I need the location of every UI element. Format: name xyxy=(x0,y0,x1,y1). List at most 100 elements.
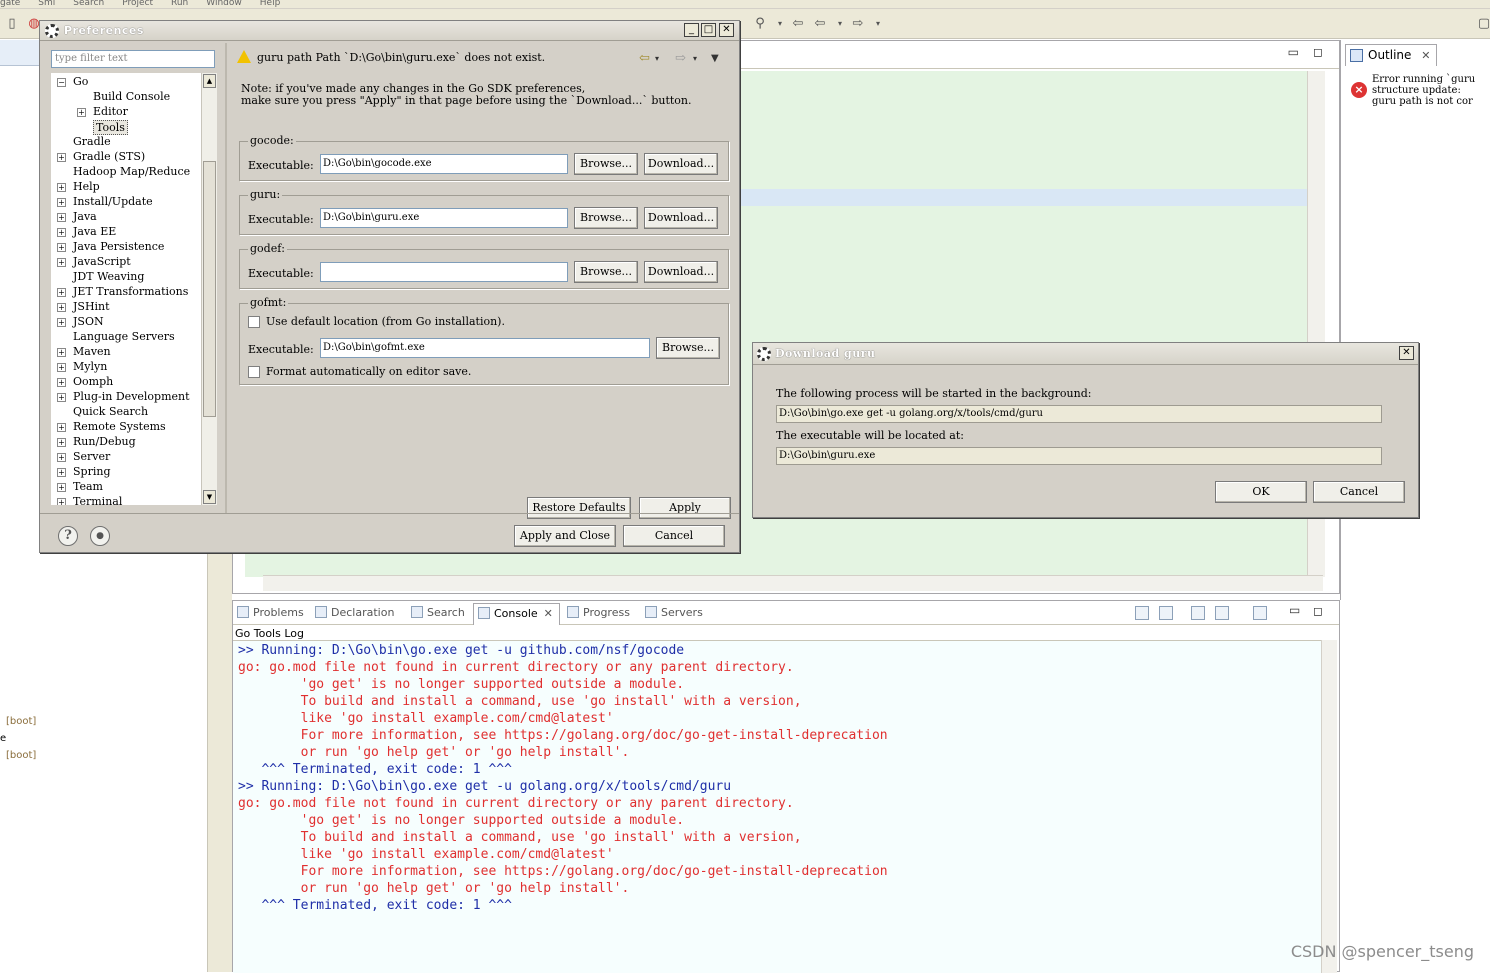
expand-icon[interactable]: + xyxy=(57,363,66,372)
guru-executable-field[interactable]: D:\Go\bin\guru.exe xyxy=(320,208,568,228)
tab-progress[interactable]: Progress xyxy=(567,606,630,619)
menu-item[interactable]: Search xyxy=(73,0,104,8)
expand-icon[interactable]: + xyxy=(57,393,66,402)
expand-icon[interactable]: + xyxy=(57,438,66,447)
expand-icon[interactable]: + xyxy=(57,453,66,462)
tree-item[interactable]: Terminal xyxy=(73,495,122,505)
apply-and-close-button[interactable]: Apply and Close xyxy=(514,525,616,547)
tree-item[interactable]: Mylyn xyxy=(73,360,107,373)
chevron-down-icon[interactable]: ▾ xyxy=(870,16,886,32)
menu-item[interactable]: Window xyxy=(206,0,242,8)
location-field[interactable]: D:\Go\bin\guru.exe xyxy=(776,447,1382,465)
tab-problems[interactable]: Problems xyxy=(237,606,304,619)
godef-executable-field[interactable] xyxy=(320,262,568,282)
expand-icon[interactable]: + xyxy=(57,288,66,297)
close-button[interactable]: ✕ xyxy=(719,23,734,37)
import-export-icon[interactable]: ● xyxy=(90,526,110,546)
expand-icon[interactable]: + xyxy=(57,348,66,357)
menu-item[interactable]: Run xyxy=(171,0,188,8)
gofmt-executable-field[interactable]: D:\Go\bin\gofmt.exe xyxy=(320,338,650,358)
display-console-icon[interactable] xyxy=(1215,606,1229,620)
menu-item[interactable]: gate xyxy=(0,0,20,8)
scroll-down-icon[interactable]: ▼ xyxy=(203,490,216,504)
tree-item[interactable]: JavaScript xyxy=(73,255,131,268)
forward-icon[interactable]: ⇨ xyxy=(675,51,686,66)
use-default-location-checkbox[interactable] xyxy=(248,316,260,328)
tree-item[interactable]: Oomph xyxy=(73,375,113,388)
godef-browse-button[interactable]: Browse... xyxy=(574,261,638,283)
console-vertical-scrollbar[interactable] xyxy=(1321,640,1337,973)
close-icon[interactable]: ✕ xyxy=(1421,49,1430,62)
tab-declaration[interactable]: Declaration xyxy=(315,606,394,619)
tree-item[interactable]: Install/Update xyxy=(73,195,153,208)
tree-item[interactable]: Quick Search xyxy=(73,405,148,418)
close-button[interactable]: ✕ xyxy=(1399,346,1414,360)
tab-servers[interactable]: Servers xyxy=(645,606,703,619)
tree-item[interactable]: Gradle xyxy=(73,135,111,148)
view-menu-icon[interactable]: ▼ xyxy=(711,53,719,64)
tree-scroll-thumb[interactable] xyxy=(203,161,216,417)
expand-icon[interactable]: + xyxy=(57,483,66,492)
expand-icon[interactable]: + xyxy=(57,423,66,432)
collapse-icon[interactable]: − xyxy=(57,78,66,87)
maximize-icon[interactable]: ◻ xyxy=(1313,604,1323,618)
menu-item[interactable]: Sml xyxy=(38,0,55,8)
new-file-icon[interactable]: ▯ xyxy=(4,16,20,32)
tab-console[interactable]: Console ✕ xyxy=(473,603,560,625)
tab-search[interactable]: Search xyxy=(411,606,465,619)
forward-icon[interactable]: ⇨ xyxy=(850,16,866,32)
godef-download-button[interactable]: Download... xyxy=(644,261,718,283)
gocode-executable-field[interactable]: D:\Go\bin\gocode.exe xyxy=(320,154,568,174)
back-icon[interactable]: ⇦ xyxy=(812,16,828,32)
chevron-down-icon[interactable]: ▾ xyxy=(693,54,697,63)
tree-item[interactable]: Maven xyxy=(73,345,111,358)
expand-icon[interactable]: + xyxy=(57,243,66,252)
clear-console-icon[interactable] xyxy=(1135,606,1149,620)
close-icon[interactable]: ✕ xyxy=(544,607,553,620)
tree-item[interactable]: JSHint xyxy=(73,300,110,313)
tree-item[interactable]: Go xyxy=(73,75,88,88)
menu-item[interactable]: Help xyxy=(260,0,281,8)
tree-item[interactable]: Editor xyxy=(93,105,128,118)
tree-item[interactable]: Language Servers xyxy=(73,330,175,343)
gofmt-browse-button[interactable]: Browse... xyxy=(656,337,720,359)
minimize-icon[interactable]: ▭ xyxy=(1289,603,1300,617)
last-edit-icon[interactable]: ⇦ xyxy=(790,16,806,32)
tree-item[interactable]: Spring xyxy=(73,465,110,478)
editor-horizontal-scrollbar[interactable] xyxy=(263,575,1323,591)
help-icon[interactable]: ? xyxy=(58,526,78,546)
guru-download-button[interactable]: Download... xyxy=(644,207,718,229)
tree-item[interactable]: Remote Systems xyxy=(73,420,166,433)
expand-icon[interactable]: + xyxy=(57,213,66,222)
expand-icon[interactable]: + xyxy=(57,228,66,237)
expand-icon[interactable]: + xyxy=(57,258,66,267)
tree-item[interactable]: Tools xyxy=(93,120,128,135)
tree-item[interactable]: Help xyxy=(73,180,100,193)
tree-item[interactable]: Java Persistence xyxy=(73,240,164,253)
expand-icon[interactable]: + xyxy=(57,468,66,477)
gocode-browse-button[interactable]: Browse... xyxy=(574,153,638,175)
tree-item[interactable]: Plug-in Development xyxy=(73,390,190,403)
ok-button[interactable]: OK xyxy=(1215,481,1307,503)
expand-icon[interactable]: + xyxy=(57,498,66,505)
chevron-down-icon[interactable]: ▾ xyxy=(655,54,659,63)
quick-access-icon[interactable]: ▢ xyxy=(1476,16,1490,32)
preferences-titlebar[interactable]: Preferences _ □ ✕ xyxy=(40,21,739,41)
maximize-icon[interactable]: ◻ xyxy=(1313,45,1323,59)
console-output[interactable]: >> Running: D:\Go\bin\go.exe get -u gith… xyxy=(233,640,1321,973)
download-titlebar[interactable]: Download guru ✕ xyxy=(753,343,1418,365)
expand-icon[interactable]: + xyxy=(57,378,66,387)
chevron-down-icon[interactable]: ▾ xyxy=(772,16,788,32)
chevron-down-icon[interactable]: ▾ xyxy=(832,16,848,32)
tab-outline[interactable]: Outline ✕ xyxy=(1345,44,1438,66)
tree-item[interactable]: Gradle (STS) xyxy=(73,150,145,163)
menu-bar[interactable]: gate Sml Search Project Run Window Help xyxy=(0,0,1490,9)
tree-item[interactable]: Team xyxy=(73,480,103,493)
menu-item[interactable]: Project xyxy=(122,0,153,8)
minimize-button[interactable]: _ xyxy=(684,23,699,37)
expand-icon[interactable]: + xyxy=(57,303,66,312)
process-command-field[interactable]: D:\Go\bin\go.exe get -u golang.org/x/too… xyxy=(776,405,1382,423)
expand-icon[interactable]: + xyxy=(57,198,66,207)
guru-browse-button[interactable]: Browse... xyxy=(574,207,638,229)
cancel-button[interactable]: Cancel xyxy=(623,525,725,547)
